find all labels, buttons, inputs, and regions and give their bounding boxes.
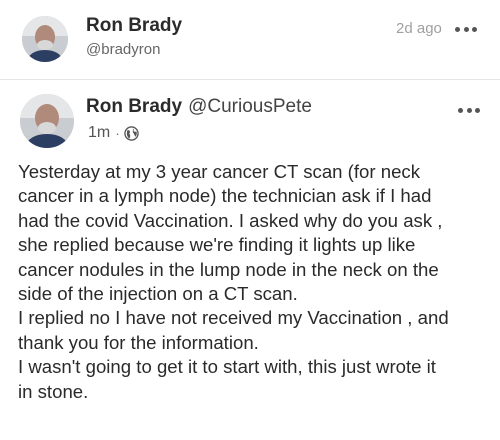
quoted-post-author-handle[interactable]: @CuriousPete	[188, 96, 312, 117]
ellipsis-horizontal-icon[interactable]	[455, 24, 477, 34]
post-screen: Ron Brady @bradyron 2d ago Ron Brady @Cur…	[0, 0, 500, 440]
post-timestamp: 2d ago	[396, 20, 442, 37]
body-line: she replied because we're finding it lig…	[18, 234, 416, 256]
quoted-post-author-row: Ron Brady @CuriousPete	[86, 96, 312, 118]
outer-post-header: Ron Brady @bradyron 2d ago	[0, 0, 500, 78]
quoted-post-author-name[interactable]: Ron Brady	[86, 96, 182, 117]
avatar[interactable]	[22, 16, 68, 62]
body-line: I replied no I have not received my Vacc…	[18, 307, 449, 329]
avatar-photo	[22, 16, 68, 62]
body-line: I wasn't going to get it to start with, …	[18, 356, 436, 378]
avatar-photo	[20, 94, 74, 148]
body-line: side of the injection on a CT scan.	[18, 283, 298, 305]
author-handle[interactable]: @bradyron	[86, 41, 160, 58]
meta-separator: ·	[115, 125, 120, 141]
quoted-post-body: Yesterday at my 3 year cancer CT scan (f…	[18, 160, 488, 404]
body-line: thank you for the information.	[18, 331, 259, 353]
quoted-post-meta: 1m ·	[88, 124, 139, 142]
body-line: Yesterday at my 3 year cancer CT scan (f…	[18, 161, 421, 182]
globe-icon	[124, 125, 139, 141]
author-name[interactable]: Ron Brady	[86, 15, 182, 37]
body-line: cancer nodules in the lump node in the n…	[18, 258, 439, 280]
quoted-post-avatar[interactable]	[20, 94, 74, 148]
body-line: cancer in a lymph node) the technician a…	[18, 185, 432, 207]
quoted-post-timestamp: 1m	[88, 124, 111, 141]
ellipsis-horizontal-icon[interactable]	[458, 105, 480, 115]
divider	[0, 79, 500, 80]
body-line: in stone.	[18, 380, 89, 402]
body-line: had the covid Vaccination. I asked why d…	[18, 209, 443, 231]
